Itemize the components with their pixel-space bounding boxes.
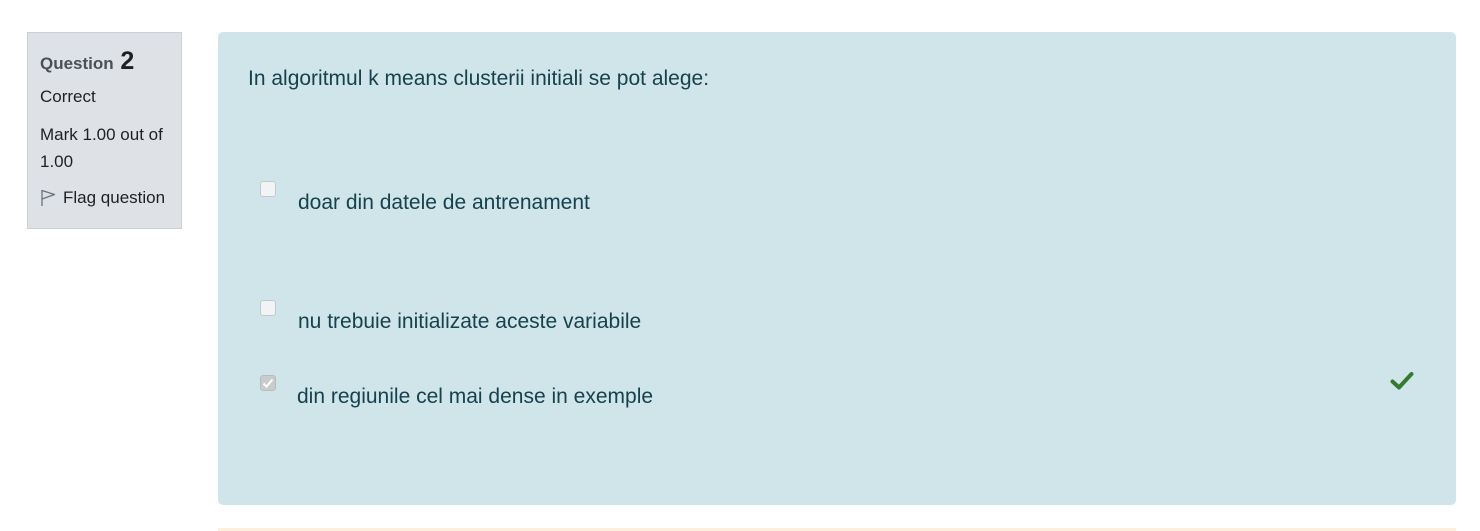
question-grade: Mark 1.00 out of 1.00: [40, 125, 163, 171]
question-number-heading: Question 2: [40, 47, 171, 75]
answer-checkbox-checked[interactable]: [260, 375, 276, 391]
flag-question-link[interactable]: Flag question: [40, 186, 171, 210]
answer-checkbox[interactable]: [260, 300, 276, 316]
answer-label: nu trebuie initializate aceste variabile: [298, 310, 642, 333]
quiz-review-page: Question 2 Correct Mark 1.00 out of 1.00…: [0, 0, 1480, 531]
question-info-panel: Question 2 Correct Mark 1.00 out of 1.00…: [27, 32, 182, 229]
answer-label: din regiunile cel mai dense in exemple: [297, 385, 654, 408]
answer-label: doar din datele de antrenament: [298, 191, 590, 214]
answer-checkbox[interactable]: [260, 181, 276, 197]
question-state: Correct: [40, 87, 96, 106]
answer-option[interactable]: nu trebuie initializate aceste variabile: [260, 300, 1410, 340]
flag-icon: [41, 189, 56, 206]
answer-option[interactable]: doar din datele de antrenament: [260, 181, 1410, 221]
question-content: In algoritmul k means clusterii initiali…: [218, 32, 1456, 505]
question-number: 2: [120, 47, 135, 75]
checkmark-icon: [262, 378, 274, 388]
question-text: In algoritmul k means clusterii initiali…: [248, 67, 710, 90]
flag-question-label: Flag question: [63, 188, 166, 207]
answer-option[interactable]: din regiunile cel mai dense in exemple: [260, 375, 1410, 415]
question-label: Question: [40, 54, 114, 73]
check-icon: [1390, 372, 1414, 390]
